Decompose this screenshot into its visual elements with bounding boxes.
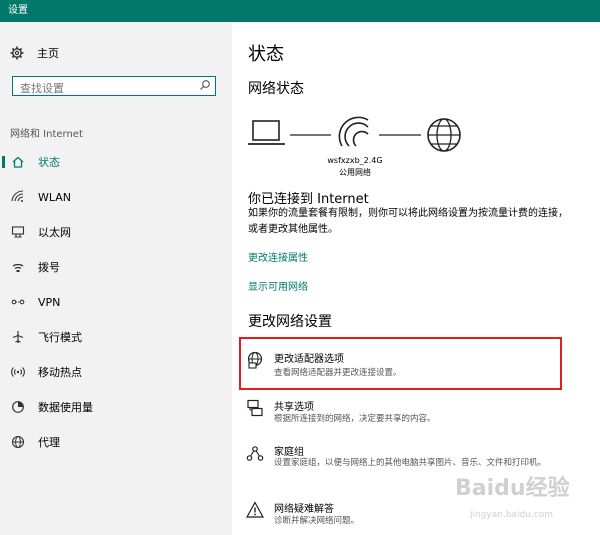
- sidebar-item-dialup[interactable]: 拨号: [0, 255, 232, 279]
- home-status-icon: [10, 155, 26, 169]
- wifi-signal-icon: [338, 116, 369, 147]
- sidebar-item-label: VPN: [38, 295, 61, 309]
- sidebar-item-wlan[interactable]: WLAN: [0, 185, 232, 209]
- connected-description: 如果你的流量套餐有限制，则你可以将此网络设置为按流量计费的连接，或者更改其他属性…: [248, 208, 568, 235]
- connected-heading: 你已连接到 Internet: [248, 192, 369, 207]
- sidebar-item-label: 代理: [38, 436, 60, 449]
- sidebar: 主页 网络和 Internet 状态 WLAN 以太网 拨号: [0, 22, 232, 535]
- home-nav-item[interactable]: 主页: [10, 45, 59, 61]
- sidebar-item-data-usage[interactable]: 数据使用量: [0, 395, 232, 419]
- search-icon[interactable]: [199, 79, 211, 91]
- option-description: 根据所连接到的网络，决定要共享的内容。: [274, 414, 436, 424]
- sharing-options[interactable]: 共享选项 根据所连接到的网络，决定要共享的内容。: [246, 397, 546, 429]
- home-label: 主页: [37, 47, 59, 60]
- troubleshoot-icon: [246, 501, 264, 518]
- search-input[interactable]: [18, 79, 200, 98]
- highlight-box: [239, 337, 562, 390]
- change-settings-heading: 更改网络设置: [248, 314, 332, 330]
- show-available-networks-link[interactable]: 显示可用网络: [248, 278, 308, 293]
- sidebar-item-hotspot[interactable]: 移动热点: [0, 360, 232, 384]
- sidebar-item-label: 以太网: [38, 226, 71, 239]
- sidebar-item-label: 移动热点: [38, 366, 82, 379]
- option-description: 诊断并解决网络问题。: [274, 516, 360, 526]
- active-indicator: [2, 156, 5, 168]
- page-title: 状态: [248, 44, 284, 65]
- gear-icon: [10, 46, 24, 60]
- sidebar-item-label: 飞行模式: [38, 331, 82, 344]
- internet-globe-icon: [427, 118, 461, 152]
- sidebar-item-vpn[interactable]: VPN: [0, 290, 232, 314]
- sidebar-item-ethernet[interactable]: 以太网: [0, 220, 232, 244]
- sidebar-item-label: 数据使用量: [38, 401, 93, 414]
- sharing-icon: [247, 399, 263, 417]
- search-box: [12, 76, 216, 98]
- option-title: 家庭组: [274, 447, 304, 458]
- airplane-icon: [10, 330, 26, 344]
- sidebar-item-label: 拨号: [38, 261, 60, 274]
- data-usage-icon: [10, 400, 26, 414]
- vpn-icon: [10, 295, 26, 309]
- network-name: wsfxzxb_2.4G: [327, 156, 383, 165]
- dialup-icon: [10, 260, 26, 274]
- network-type: 公用网络: [339, 168, 371, 177]
- title-bar: 设置: [0, 0, 600, 22]
- option-title: 共享选项: [274, 402, 314, 413]
- watermark-url: jingyan.baidu.com: [470, 510, 554, 520]
- network-status-heading: 网络状态: [248, 81, 304, 97]
- laptop-icon: [248, 120, 285, 145]
- sidebar-item-status[interactable]: 状态: [0, 150, 232, 174]
- ethernet-icon: [10, 225, 26, 239]
- sidebar-item-proxy[interactable]: 代理: [0, 430, 232, 454]
- sidebar-item-label: WLAN: [38, 190, 72, 204]
- baidu-watermark: Baidu经验: [455, 476, 570, 501]
- section-label: 网络和 Internet: [10, 129, 83, 140]
- network-diagram: [248, 116, 461, 152]
- wifi-icon: [10, 190, 26, 204]
- network-label: wsfxzxb_2.4G 公用网络: [320, 155, 390, 179]
- window-title: 设置: [8, 5, 28, 16]
- option-title: 网络疑难解答: [274, 504, 334, 515]
- change-connection-properties-link[interactable]: 更改连接属性: [248, 249, 308, 264]
- option-description: 设置家庭组，以便与网络上的其他电脑共享图片、音乐、文件和打印机。: [274, 458, 547, 468]
- sidebar-item-airplane[interactable]: 飞行模式: [0, 325, 232, 349]
- homegroup-icon: [246, 446, 264, 461]
- globe-icon: [10, 435, 26, 449]
- hotspot-icon: [10, 365, 26, 379]
- sidebar-item-label: 状态: [38, 156, 60, 169]
